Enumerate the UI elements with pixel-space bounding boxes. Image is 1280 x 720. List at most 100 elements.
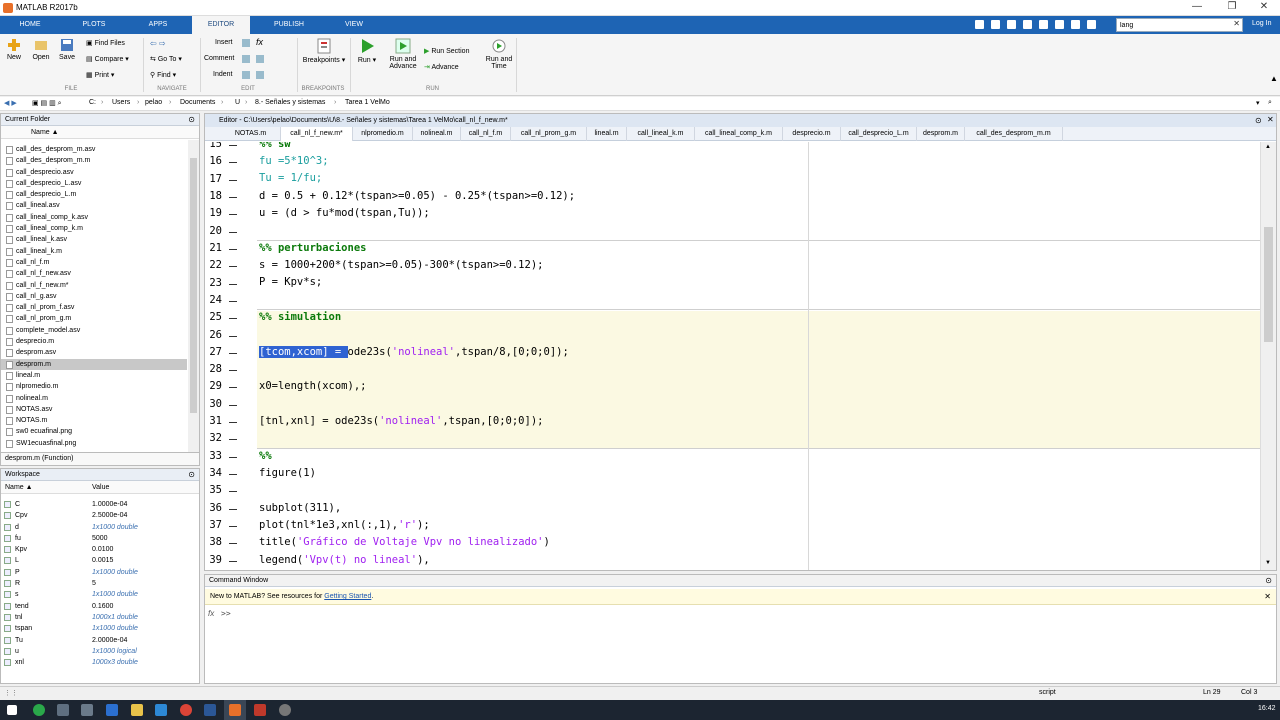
close-button[interactable]: ✕ — [1252, 1, 1276, 12]
editor-tab[interactable]: call_lineal_comp_k.m — [695, 127, 783, 141]
editor-tab[interactable]: nlpromedio.m — [353, 127, 413, 141]
tab-home[interactable]: HOME — [10, 16, 50, 34]
run-section-button[interactable]: ▶ Run Section — [424, 47, 469, 55]
acrobat-icon[interactable] — [254, 704, 266, 716]
selected-text[interactable]: [tcom,xcom] = — [259, 346, 348, 358]
editor-tab[interactable]: call_des_desprom_m.m — [965, 127, 1063, 141]
back-forward-icon[interactable]: ⇦ ⇨ — [150, 39, 166, 48]
tab-apps[interactable]: APPS — [138, 16, 178, 34]
editor-actions-icon[interactable]: ⊙ — [1255, 116, 1262, 125]
breadcrumb-documents[interactable]: Documents — [180, 99, 215, 106]
file-item[interactable]: call_lineal_k.asv — [1, 234, 187, 245]
breakpoints-button[interactable]: Breakpoints ▾ — [302, 38, 346, 64]
calculator-icon[interactable] — [81, 704, 93, 716]
file-item[interactable]: complete_model.asv — [1, 325, 187, 336]
switch-windows-icon[interactable] — [1071, 20, 1080, 29]
file-item[interactable]: call_nl_g.asv — [1, 291, 187, 302]
folder-scrollbar[interactable] — [188, 140, 199, 452]
tab-publish[interactable]: PUBLISH — [262, 16, 316, 34]
variable-row[interactable]: Cpv 2.5000e-04 — [1, 510, 199, 521]
file-item[interactable]: call_nl_f_new.m* — [1, 280, 187, 291]
file-item[interactable]: call_desprecio_L.m — [1, 189, 187, 200]
file-item[interactable]: desprom.asv — [1, 347, 187, 358]
smart-indent-icon[interactable] — [242, 71, 250, 79]
decrease-indent-icon[interactable] — [256, 71, 264, 79]
file-item[interactable]: call_lineal_k.m — [1, 246, 187, 257]
executable-line-marker[interactable] — [229, 508, 237, 510]
advance-button[interactable]: ⇥ Advance — [424, 63, 459, 71]
file-explorer-icon[interactable] — [131, 704, 143, 716]
file-item[interactable]: call_des_desprom_m.m — [1, 155, 187, 166]
variable-row[interactable]: Tu 2.0000e-04 — [1, 635, 199, 646]
file-item[interactable]: call_nl_f.m — [1, 257, 187, 268]
variable-row[interactable]: L 0.0015 — [1, 555, 199, 566]
editor-tab[interactable]: desprom.m — [917, 127, 965, 141]
editor-tab[interactable]: call_lineal_k.m — [627, 127, 695, 141]
run-and-advance-button[interactable]: Run and Advance — [386, 38, 420, 70]
editor-tab[interactable]: desprecio.m — [783, 127, 841, 141]
quick-access-toolbar[interactable] — [975, 19, 1110, 31]
store-icon[interactable] — [155, 704, 167, 716]
command-window-actions-icon[interactable]: ⊙ — [1265, 576, 1272, 585]
scroll-thumb[interactable] — [190, 158, 197, 413]
breadcrumb-c[interactable]: C: — [89, 99, 96, 106]
file-item[interactable]: call_nl_f_new.asv — [1, 268, 187, 279]
executable-line-marker[interactable] — [229, 491, 237, 493]
editor-tab[interactable]: NOTAS.m — [221, 127, 281, 141]
edit-tools[interactable] — [240, 38, 295, 86]
file-item[interactable]: nlpromedio.m — [1, 381, 187, 392]
executable-line-marker[interactable] — [229, 231, 237, 233]
file-item[interactable]: call_nl_prom_g.m — [1, 313, 187, 324]
editor-tab[interactable]: call_desprecio_L.m — [841, 127, 917, 141]
executable-line-marker[interactable] — [229, 214, 237, 216]
breadcrumb-u[interactable]: U — [235, 99, 240, 106]
back-icon[interactable]: ◀ ▶ — [4, 99, 17, 107]
folder-tools-icons[interactable]: ▣ ▤ ▥ ⌕ — [32, 99, 62, 108]
breadcrumb-users[interactable]: Users — [112, 99, 130, 106]
variable-row[interactable]: tnl 1000x1 double — [1, 612, 199, 623]
editor-tab[interactable]: nolineal.m — [413, 127, 461, 141]
variable-row[interactable]: R5 — [1, 578, 199, 589]
file-item[interactable]: call_desprecio_L.asv — [1, 178, 187, 189]
address-search-icon[interactable]: ⌕ — [1268, 99, 1272, 107]
executable-line-marker[interactable] — [229, 162, 237, 164]
spotify-icon[interactable] — [33, 704, 45, 716]
breadcrumb-tarea[interactable]: Tarea 1 VelMo — [345, 99, 390, 106]
command-prompt[interactable]: >> — [221, 609, 231, 618]
executable-line-marker[interactable] — [229, 196, 237, 198]
breadcrumb-course[interactable]: 8.- Señales y sistemas — [255, 99, 325, 106]
tab-view[interactable]: VIEW — [334, 16, 374, 34]
redo-icon[interactable] — [1055, 20, 1064, 29]
search-documentation-box[interactable]: ✕ — [1116, 18, 1243, 32]
task-view-icon[interactable] — [57, 704, 69, 716]
executable-line-marker[interactable] — [229, 318, 237, 320]
login-link[interactable]: Log In — [1252, 20, 1271, 27]
file-item[interactable]: sw0 ecuafinal.png — [1, 426, 187, 437]
panel-actions-icon[interactable]: ⊙ — [188, 115, 195, 124]
mail-icon[interactable] — [106, 704, 118, 716]
new-button[interactable]: New — [4, 38, 24, 61]
editor-scrollbar[interactable]: ▲ ▼ — [1260, 142, 1276, 570]
collapse-ribbon-icon[interactable]: ▲ — [1270, 74, 1278, 83]
address-bar[interactable]: ◀ ▶ ▣ ▤ ▥ ⌕ C: › Users › pelao › Documen… — [0, 97, 1280, 111]
start-icon[interactable] — [7, 705, 17, 715]
help-icon[interactable] — [1087, 20, 1096, 29]
scroll-up-icon[interactable]: ▲ — [1265, 144, 1271, 150]
variable-row[interactable]: C 1.0000e-04 — [1, 499, 199, 510]
variable-row[interactable]: tspan 1x1000 double — [1, 623, 199, 634]
file-item[interactable]: lineal.m — [1, 370, 187, 381]
uncomment-icon[interactable] — [256, 55, 264, 63]
executable-line-marker[interactable] — [229, 370, 237, 372]
executable-line-marker[interactable] — [229, 335, 237, 337]
executable-line-marker[interactable] — [229, 266, 237, 268]
scroll-down-icon[interactable]: ▼ — [1265, 560, 1271, 566]
executable-line-marker[interactable] — [229, 560, 237, 562]
comment-icon[interactable] — [242, 55, 250, 63]
executable-line-marker[interactable] — [229, 352, 237, 354]
variable-row[interactable]: fu 5000 — [1, 533, 199, 544]
variable-row[interactable]: tend 0.1600 — [1, 601, 199, 612]
tab-plots[interactable]: PLOTS — [72, 16, 116, 34]
executable-line-marker[interactable] — [229, 248, 237, 250]
variable-row[interactable]: s 1x1000 double — [1, 589, 199, 600]
executable-line-marker[interactable] — [229, 439, 237, 441]
